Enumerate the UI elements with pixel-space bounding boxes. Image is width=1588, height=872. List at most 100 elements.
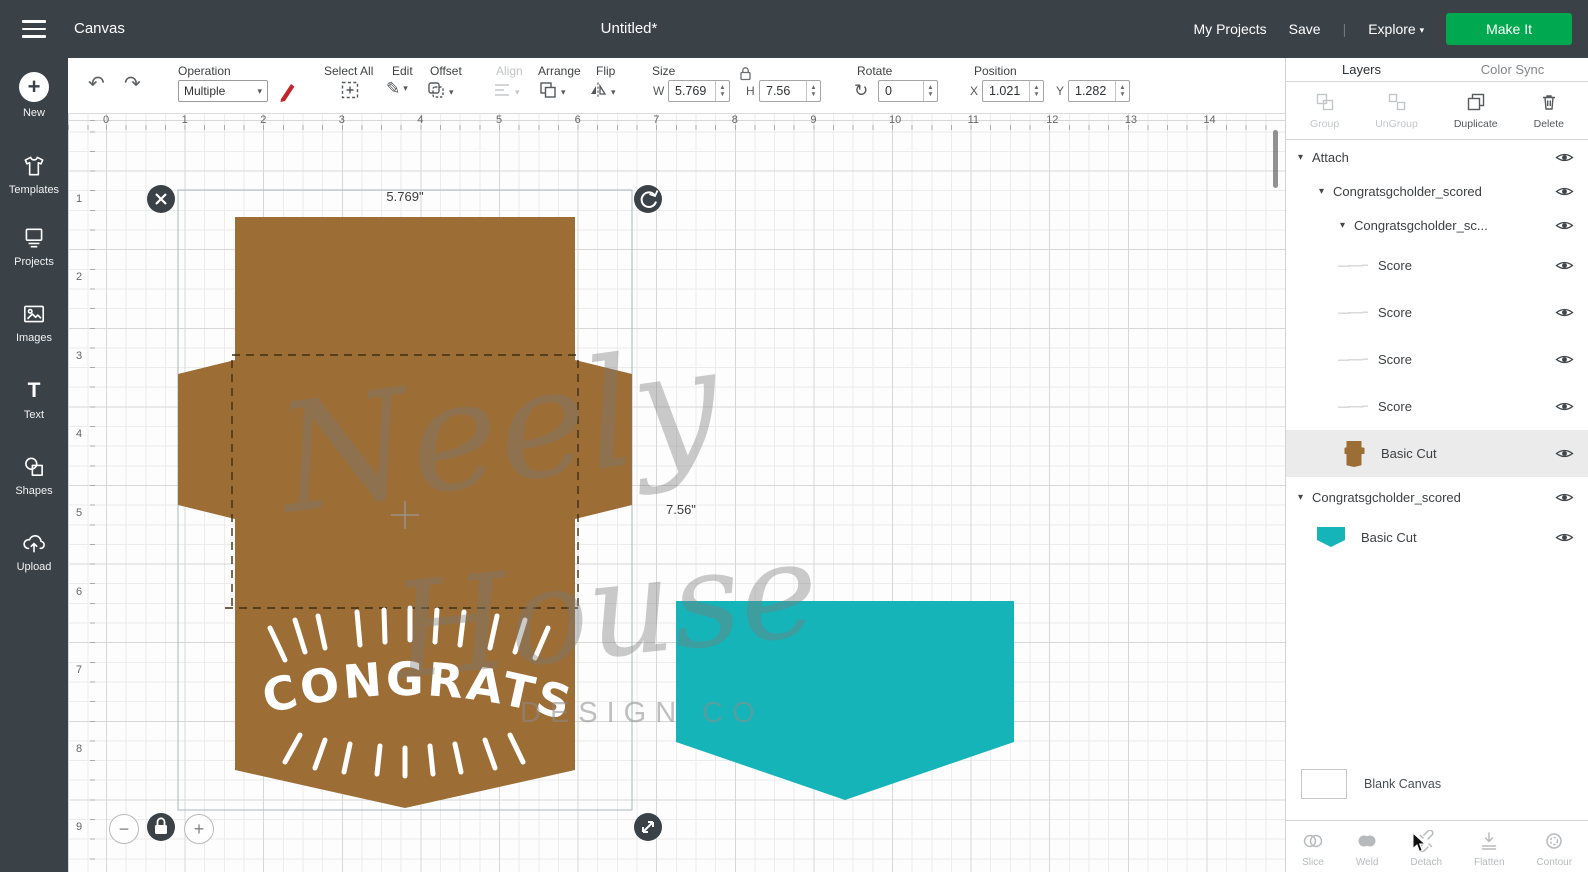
contour-button[interactable]: Contour [1536,830,1572,868]
layer-label: Congratsgcholder_sc... [1354,217,1488,233]
slice-label: Slice [1302,857,1324,868]
layer-row-attach[interactable]: ▾ Attach [1286,140,1588,174]
position-label: Position [974,64,1017,78]
tab-color-sync[interactable]: Color Sync [1437,58,1588,81]
lock-handle[interactable] [147,813,175,841]
size-label: Size [652,64,676,78]
eye-icon[interactable] [1555,306,1574,319]
lock-aspect-icon[interactable] [739,66,752,86]
left-sidebar: + New Templates Projects Images T Text S… [0,58,68,872]
sidebar-item-shapes[interactable]: Shapes [0,454,68,497]
delete-button[interactable]: Delete [1534,92,1564,130]
color-pen-icon[interactable] [276,80,298,107]
zoom-out-button[interactable]: − [109,814,139,844]
eye-icon[interactable] [1555,353,1574,366]
cut-thumbnail [1344,440,1365,467]
sidebar-item-projects[interactable]: Projects [0,225,68,268]
blank-canvas-swatch[interactable] [1301,769,1347,799]
sidebar-item-upload[interactable]: Upload [0,530,68,573]
layer-actions: Group UnGroup Duplicate Delete [1286,82,1588,140]
edit-menu-button[interactable]: ✎ ▾ [386,80,408,97]
rotate-input[interactable]: 0 ▲ ▼ [878,80,938,102]
rotate-icon[interactable]: ↻ [854,82,868,99]
rotate-handle[interactable] [634,185,662,213]
caret-down-icon[interactable]: ▾ [1319,186,1333,197]
layer-row-score-2[interactable]: Score [1286,289,1588,336]
eye-icon[interactable] [1555,185,1574,198]
eye-icon[interactable] [1555,447,1574,460]
text-icon: T [27,379,41,402]
flatten-button[interactable]: Flatten [1474,830,1505,868]
explore-menu[interactable]: Explore ▾ [1368,21,1424,37]
score-thumbnail [1338,250,1368,281]
ungroup-button[interactable]: UnGroup [1375,92,1418,130]
zoom-in-button[interactable]: + [184,814,214,844]
arrange-menu-button[interactable]: ▾ [538,80,566,105]
eye-icon[interactable] [1555,491,1574,504]
eye-icon[interactable] [1555,400,1574,413]
redo-button[interactable]: ↷ [124,74,141,94]
layer-row-score-4[interactable]: Score [1286,383,1588,430]
sidebar-label: Shapes [15,485,53,497]
height-stepper[interactable]: ▲ ▼ [806,81,820,101]
width-input[interactable]: 5.769 ▲ ▼ [668,80,730,102]
height-input[interactable]: 7.56 ▲ ▼ [759,80,821,102]
layer-row-score-1[interactable]: Score [1286,242,1588,289]
group-button[interactable]: Group [1310,92,1339,130]
remove-handle[interactable] [147,185,175,213]
my-projects-link[interactable]: My Projects [1194,21,1267,37]
layer-row-group2[interactable]: ▾ Congratsgcholder_scored [1286,477,1588,517]
layer-row-subgroup[interactable]: ▾ Congratsgcholder_sc... [1286,208,1588,242]
eye-icon[interactable] [1555,151,1574,164]
height-value: 7.56 [766,84,791,98]
offset-menu-button[interactable]: ▾ [426,80,454,105]
document-title[interactable]: Untitled* [554,20,704,37]
eye-icon[interactable] [1555,259,1574,272]
flip-menu-button[interactable]: ▾ [588,80,616,105]
canvas-scrollbar[interactable] [1273,130,1278,188]
slice-button[interactable]: Slice [1302,830,1324,868]
layer-row-basic-cut-teal[interactable]: Basic Cut [1286,517,1588,557]
x-stepper[interactable]: ▲ ▼ [1029,81,1043,101]
undo-button[interactable]: ↶ [88,74,105,94]
duplicate-button[interactable]: Duplicate [1454,92,1498,130]
tab-layers[interactable]: Layers [1286,58,1437,81]
trash-icon [1539,92,1559,115]
y-stepper[interactable]: ▲ ▼ [1115,81,1129,101]
group-label: Group [1310,117,1340,130]
select-all-label: Select All [324,64,374,78]
eye-icon[interactable] [1555,531,1574,544]
sidebar-item-text[interactable]: T Text [0,378,68,421]
rotate-stepper[interactable]: ▲ ▼ [923,81,937,101]
save-link[interactable]: Save [1289,21,1321,37]
edit-label: Edit [392,64,413,78]
group-icon [1315,92,1335,115]
contour-icon [1543,830,1565,855]
caret-down-icon[interactable]: ▾ [1340,220,1354,231]
make-it-button[interactable]: Make It [1446,13,1572,45]
align-menu-button[interactable]: ▾ [492,80,520,105]
chevron-down-icon: ▾ [257,85,262,96]
select-all-icon[interactable] [340,80,360,105]
caret-down-icon[interactable]: ▾ [1298,152,1312,163]
y-label: Y [1056,84,1065,98]
operation-select[interactable]: Multiple ▾ [178,80,268,102]
layer-row-basic-cut-brown[interactable]: Basic Cut [1286,430,1588,477]
sidebar-item-images[interactable]: Images [0,301,68,344]
detach-button[interactable]: Detach [1410,829,1442,868]
eye-icon[interactable] [1555,219,1574,232]
width-stepper[interactable]: ▲ ▼ [715,81,729,101]
design-canvas[interactable]: 0 1 2 3 4 5 6 7 8 9 10 11 12 13 14 123456789 [68,114,1285,872]
menu-icon[interactable] [22,20,46,38]
caret-down-icon[interactable]: ▾ [1298,492,1312,503]
sidebar-item-templates[interactable]: Templates [0,153,68,196]
arrange-icon [538,80,558,105]
position-x-input[interactable]: 1.021 ▲ ▼ [982,80,1044,102]
layer-row-group1[interactable]: ▾ Congratsgcholder_scored [1286,174,1588,208]
layer-row-score-3[interactable]: Score [1286,336,1588,383]
pocket-shape[interactable] [676,601,1014,800]
resize-handle[interactable] [634,813,662,841]
weld-button[interactable]: Weld [1356,830,1378,868]
position-y-input[interactable]: 1.282 ▲ ▼ [1068,80,1130,102]
sidebar-item-new[interactable]: + New [0,72,68,119]
